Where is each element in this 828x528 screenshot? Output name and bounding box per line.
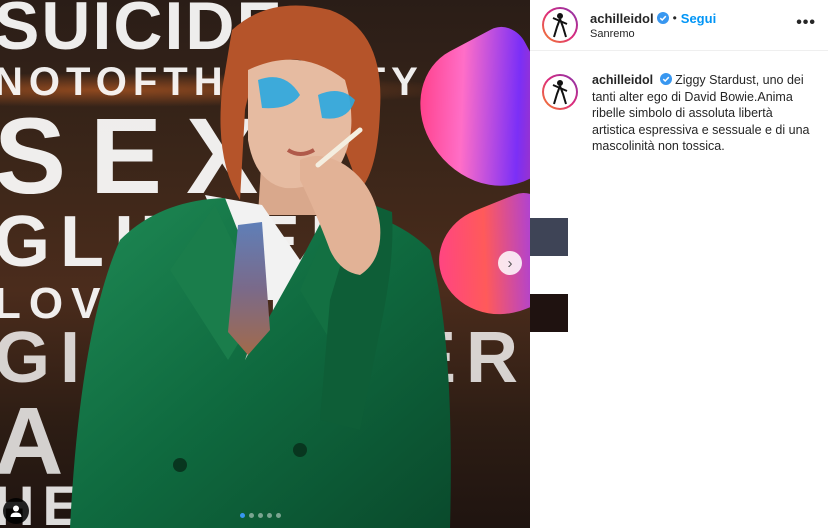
post-media[interactable]: SUICIDE NOTOFTHEPARTY SEXY GLITTER LOVEM… (0, 0, 530, 528)
profile-figure-icon (552, 13, 568, 38)
person-figure (70, 5, 451, 528)
image-preview-swatch (530, 294, 568, 332)
verified-badge-icon (659, 73, 672, 85)
caption-text-block: achilleidol Ziggy Stardust, uno dei tant… (592, 72, 812, 155)
verified-badge-icon (656, 12, 669, 24)
chevron-right-icon: › (507, 254, 513, 272)
username-link[interactable]: achilleidol (590, 11, 654, 26)
more-options-button[interactable]: ••• (796, 14, 816, 32)
user-tag-icon (10, 505, 22, 517)
caption-username[interactable]: achilleidol (592, 73, 653, 87)
carousel-next-button[interactable]: › (498, 251, 522, 275)
carousel-dot-3 (258, 513, 263, 518)
post-side-panel: achilleidol • Segui Sanremo ••• achillei (530, 0, 828, 528)
separator-dot: • (672, 11, 677, 25)
image-preview-swatch (530, 218, 568, 256)
carousel-dot-4 (267, 513, 272, 518)
carousel-dots (240, 513, 281, 518)
carousel-dot-2 (249, 513, 254, 518)
follow-button[interactable]: Segui (681, 11, 716, 26)
avatar[interactable] (542, 7, 578, 43)
carousel-dot-5 (276, 513, 281, 518)
caption-block: achilleidol Ziggy Stardust, uno dei tant… (542, 72, 822, 155)
user-tags-button[interactable] (3, 498, 29, 524)
carousel-dot-1 (240, 513, 245, 518)
caption-avatar[interactable] (542, 74, 578, 110)
profile-figure-icon (552, 80, 568, 105)
location-link[interactable]: Sanremo (590, 28, 716, 40)
post-header: achilleidol • Segui Sanremo ••• (530, 0, 828, 51)
